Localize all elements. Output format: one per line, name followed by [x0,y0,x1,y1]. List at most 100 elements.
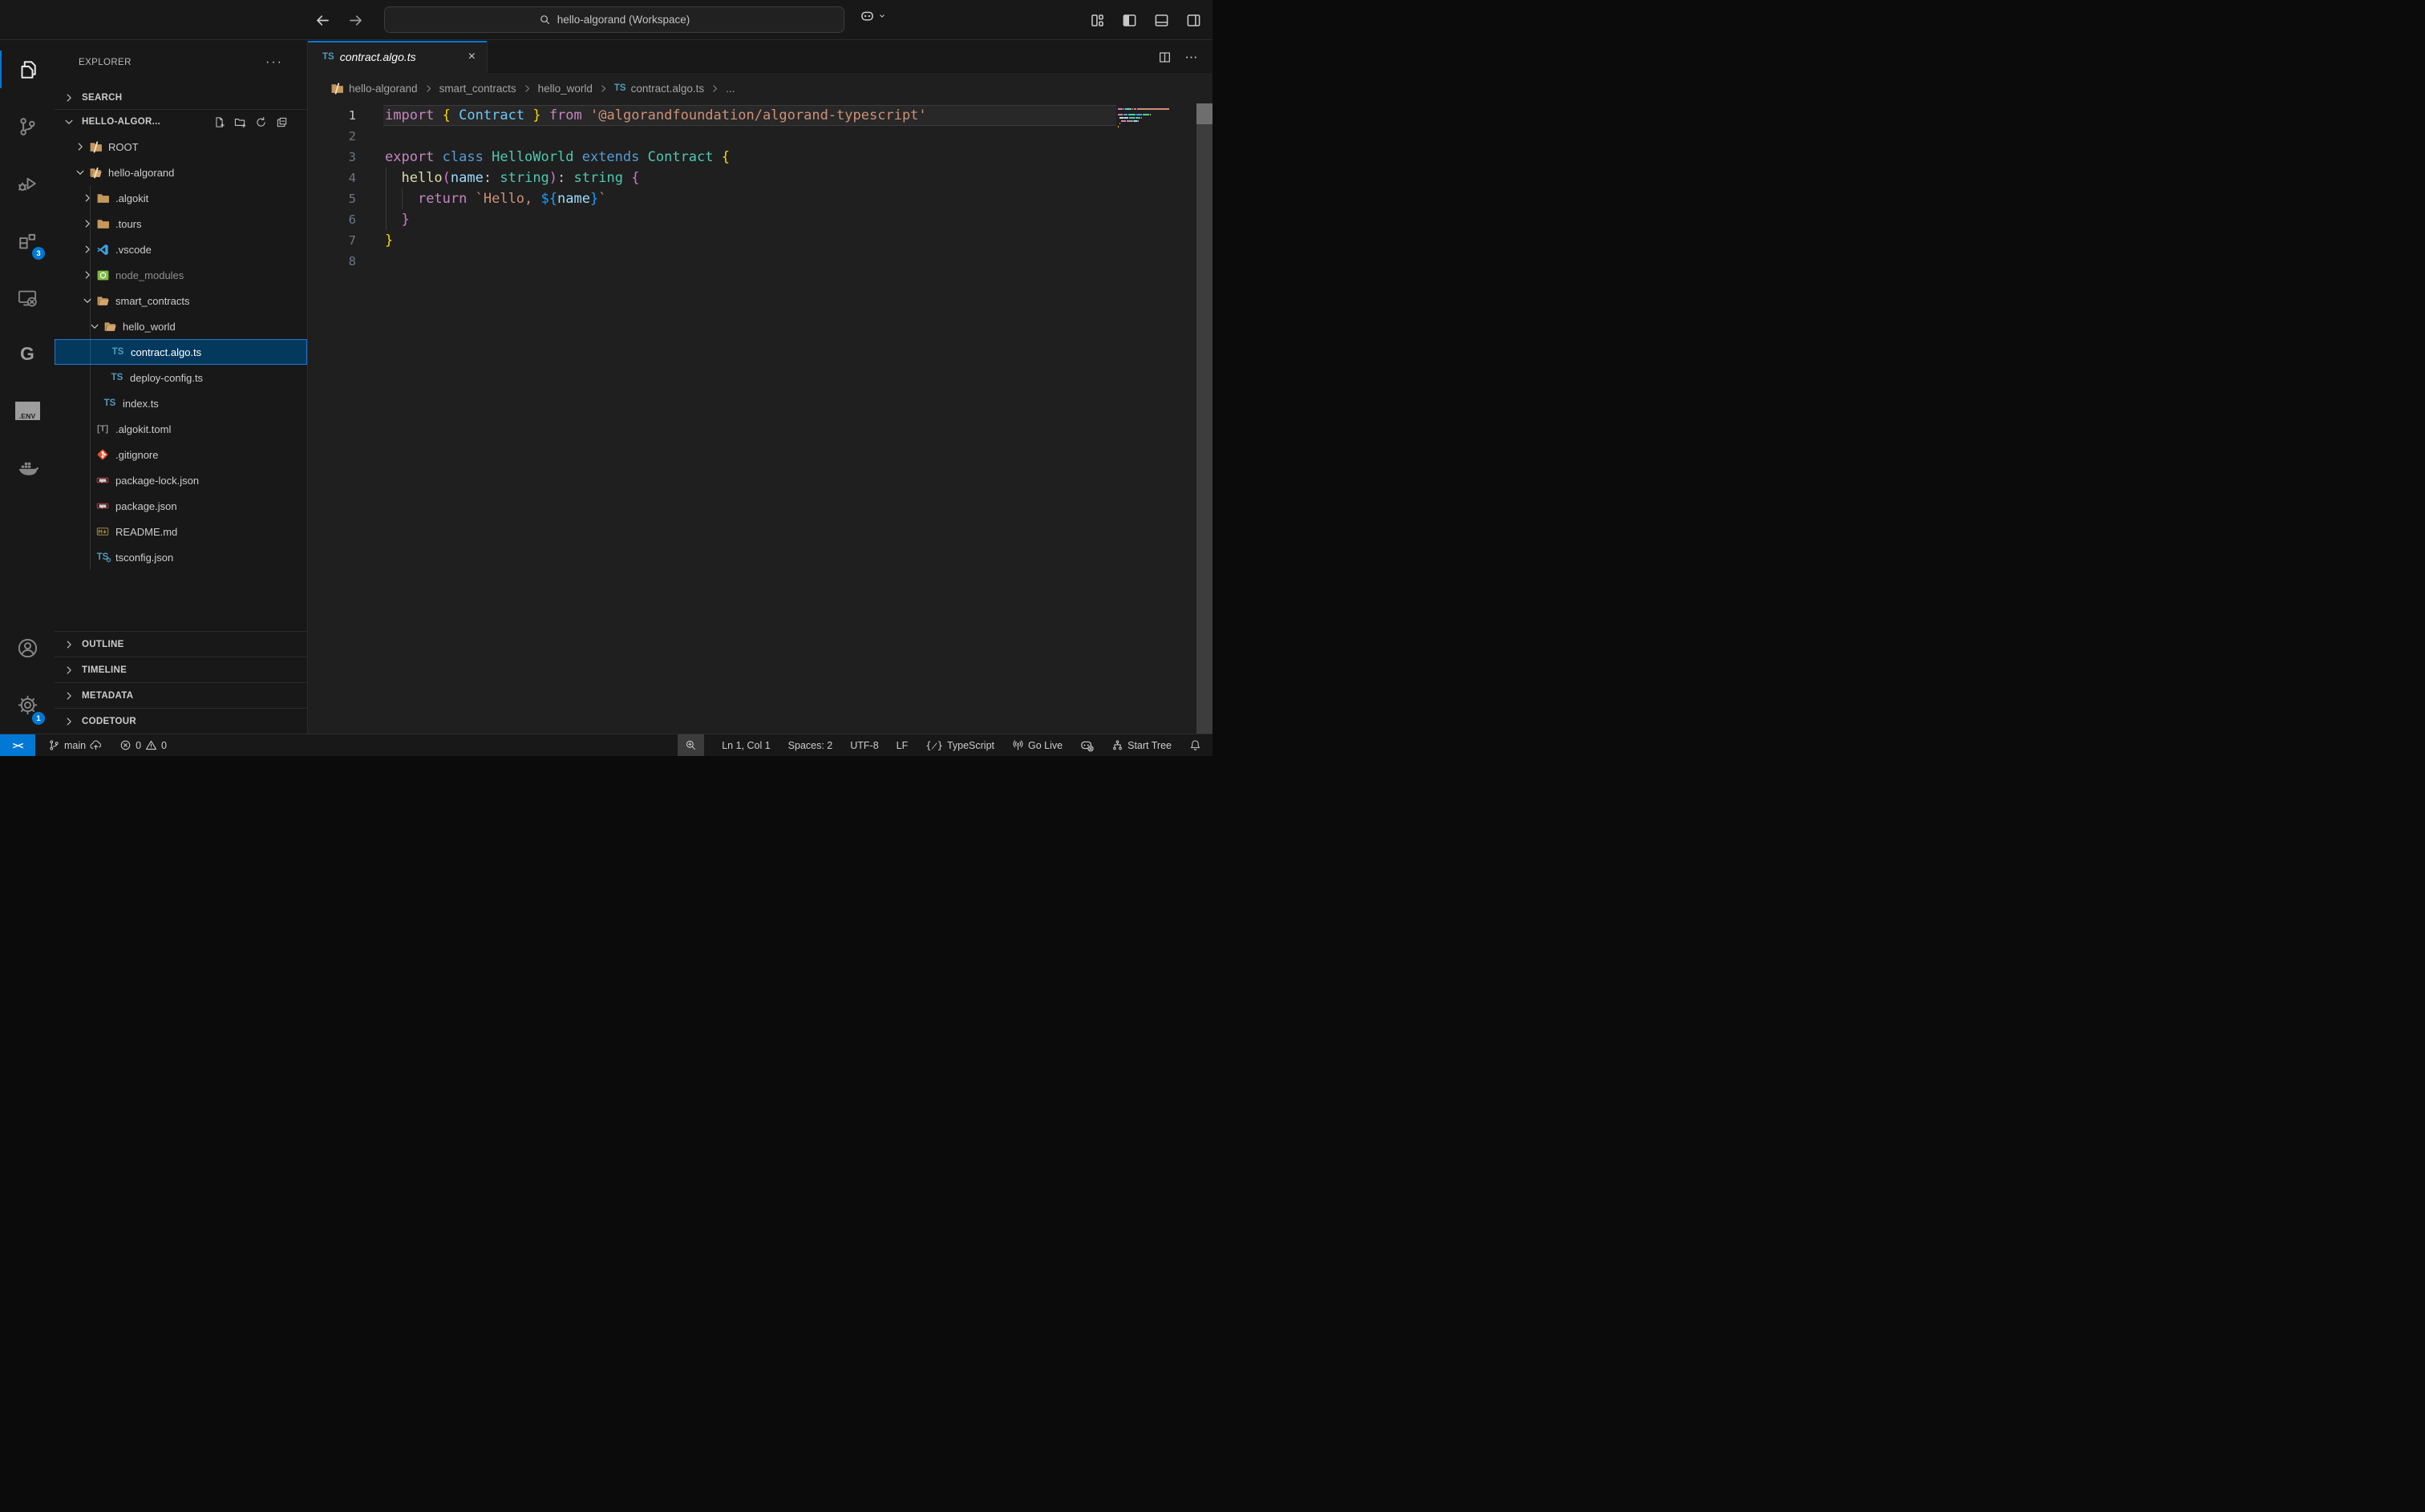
error-circle-icon [119,739,132,751]
tree-item-label: .algokit [115,192,148,204]
status-indentation[interactable]: Spaces: 2 [788,740,833,751]
sidebar-title: EXPLORER [79,58,132,67]
tree-item-smart_contracts[interactable]: smart_contracts [55,288,307,313]
status-language-mode[interactable]: {̷}TypeScript [925,740,994,751]
new-folder-icon[interactable] [234,116,246,128]
tree-item-node_modules[interactable]: node_modules [55,262,307,288]
tree-item-ROOT[interactable]: ROOT [55,134,307,160]
toggle-secondary-sidebar-icon[interactable] [1186,13,1201,28]
status-zoom-level[interactable] [678,734,704,757]
section-workspace[interactable]: HELLO-ALGOR... [55,110,307,134]
tree-item-package-lock.json[interactable]: npmpackage-lock.json [55,467,307,493]
section-search[interactable]: SEARCH [55,86,307,110]
status-text: LF [897,740,909,751]
tree-item-.gitignore[interactable]: .gitignore [55,442,307,467]
status-text: UTF-8 [850,740,878,751]
file-tree: ROOThello-algorand.algokit.tours.vscoden… [55,134,307,570]
activity-gitlens[interactable]: G [0,325,55,382]
folder-icon [95,217,111,231]
tree-item-label: deploy-config.ts [130,372,203,384]
activity-remote-explorer[interactable] [0,269,55,325]
status-problems[interactable]: 00 [119,739,167,751]
tree-item-hello-algorand[interactable]: hello-algorand [55,160,307,185]
minimap[interactable] [1118,108,1176,132]
activity-accounts[interactable] [0,620,55,677]
customize-layout-icon[interactable] [1090,13,1105,28]
more-actions-icon[interactable] [1184,51,1198,64]
breadcrumb-smart_contracts[interactable]: smart_contracts [439,83,516,95]
toggle-panel-icon[interactable] [1154,13,1169,28]
toml-icon: [T] [95,424,111,434]
copilot-menu[interactable] [860,8,887,23]
code-text: return `Hello, ${name}` [385,188,606,209]
breadcrumb-...[interactable]: ... [726,83,735,95]
tree-item-label: tsconfig.json [115,552,173,564]
section-timeline[interactable]: TIMELINE [55,657,307,682]
tab-contract-algo-ts[interactable]: TS contract.algo.ts × [308,41,488,73]
chevron-right-icon [80,192,95,204]
collapse-all-icon[interactable] [276,116,288,128]
code-editor[interactable]: 1import { Contract } from '@algorandfoun… [308,103,1212,734]
command-center-search[interactable]: hello-algorand (Workspace) [384,6,844,33]
activity-source-control[interactable] [0,98,55,155]
tree-item-label: package-lock.json [115,475,199,487]
tree-item-tsconfig.json[interactable]: TStsconfig.json [55,544,307,570]
activity-run-and-debug[interactable] [0,155,55,212]
tree-item-contract.algo.ts[interactable]: TScontract.algo.ts [55,339,307,365]
status-start-tree[interactable]: Start Tree [1111,739,1172,751]
section-outline[interactable]: OUTLINE [55,631,307,657]
activity-explorer[interactable] [0,41,55,98]
code-line-3: 3export class HelloWorld extends Contrac… [308,147,1212,168]
new-file-icon[interactable] [213,116,225,128]
refresh-icon[interactable] [255,116,267,128]
tree-item-deploy-config.ts[interactable]: TSdeploy-config.ts [55,365,307,390]
status-eol-sequence[interactable]: LF [897,740,909,751]
activity-docker[interactable] [0,439,55,496]
tree-item-.tours[interactable]: .tours [55,211,307,237]
breadcrumb: hello-algorand smart_contracts hello_world… [308,73,1212,103]
breadcrumb-hello-algorand[interactable]: hello-algorand [330,82,418,95]
breadcrumb-label: hello-algorand [349,83,418,95]
status-encoding[interactable]: UTF-8 [850,740,878,751]
tree-item-label: index.ts [123,398,159,410]
status-git-branch[interactable]: main [48,739,102,751]
workspace-section-label: HELLO-ALGOR... [82,117,160,127]
activity-settings[interactable]: 1 [0,677,55,734]
braces-icon: {̷} [925,740,943,751]
status-copilot-status[interactable] [1080,738,1094,752]
status-cursor-position[interactable]: Ln 1, Col 1 [722,740,770,751]
tree-item-README.md[interactable]: README.md [55,519,307,544]
explorer-sidebar: EXPLORER ··· SEARCH HELLO-ALGOR... ROOTh… [55,41,308,734]
tree-item-package.json[interactable]: npmpackage.json [55,493,307,519]
tree-item-hello_world[interactable]: hello_world [55,313,307,339]
breadcrumb-hello_world[interactable]: hello_world [538,83,593,95]
root-folder-open-icon [87,166,103,180]
tree-item-.algokit.toml[interactable]: [T].algokit.toml [55,416,307,442]
status-notifications[interactable] [1189,739,1201,751]
cloud-upload-icon [90,739,102,751]
split-editor-icon[interactable] [1158,51,1172,64]
breadcrumb-contract.algo.ts[interactable]: TScontract.algo.ts [614,83,704,95]
sidebar-header: EXPLORER ··· [55,41,307,76]
tree-item-.vscode[interactable]: .vscode [55,237,307,262]
status-right-items: Ln 1, Col 1 Spaces: 2 UTF-8 LF {̷}TypeScript… [678,734,1201,757]
tree-item-index.ts[interactable]: TSindex.ts [55,390,307,416]
activity-extensions[interactable]: 3 [0,212,55,269]
toggle-primary-sidebar-icon[interactable] [1122,13,1137,28]
section-metadata[interactable]: METADATA [55,682,307,708]
status-text: Start Tree [1127,740,1172,751]
vertical-scrollbar[interactable] [1196,103,1212,734]
status-go-live[interactable]: Go Live [1012,739,1063,751]
breadcrumb-separator-icon [423,83,434,94]
activity-dotenv[interactable]: .ENV [0,382,55,439]
line-number: 5 [308,188,385,209]
remote-indicator[interactable]: >< [0,734,35,757]
views-more-actions-icon[interactable]: ··· [265,55,283,70]
forward-icon[interactable] [348,13,363,28]
chevron-down-icon [80,295,95,306]
tree-item-.algokit[interactable]: .algokit [55,185,307,211]
back-icon[interactable] [315,13,330,28]
bell-icon [1189,739,1201,751]
close-icon[interactable]: × [465,50,479,64]
section-codetour[interactable]: CODETOUR [55,708,307,734]
